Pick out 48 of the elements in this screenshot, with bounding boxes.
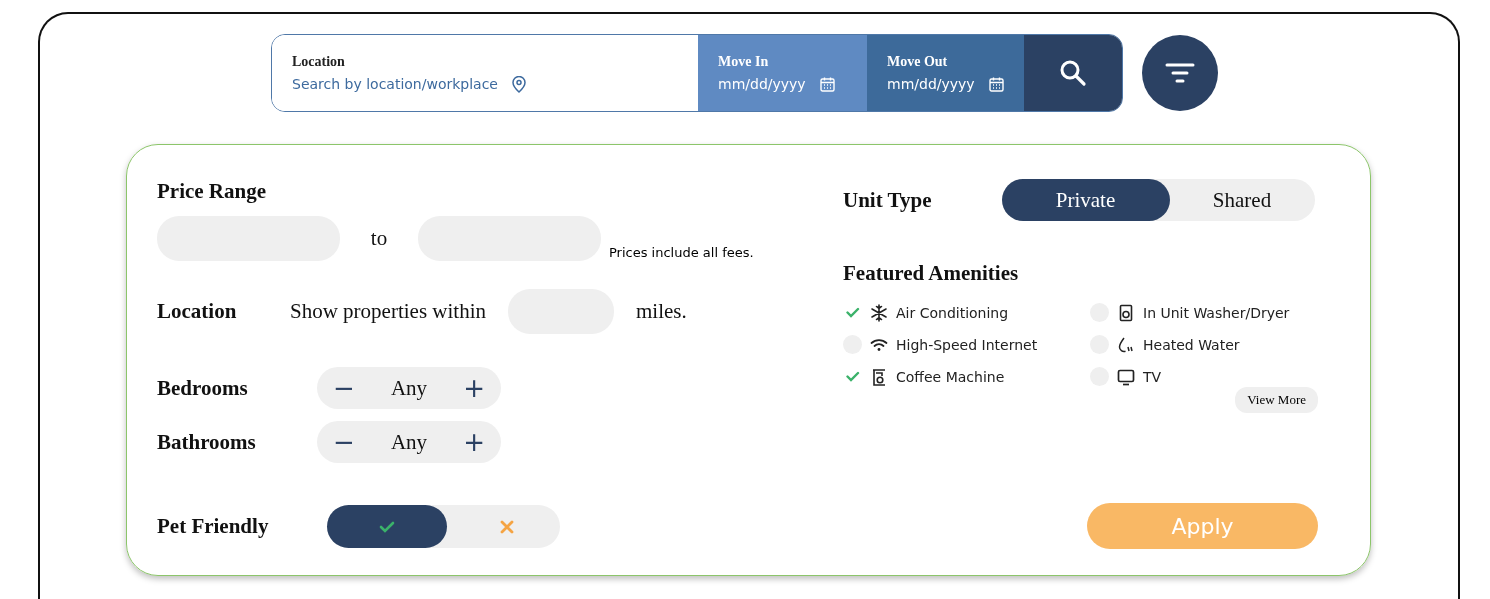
increment-button[interactable]: + (457, 427, 491, 457)
cross-icon (500, 519, 514, 534)
search-icon (1059, 59, 1087, 87)
note-text: Prices include all fees. (609, 244, 754, 260)
unit-type-option[interactable]: Private (1001, 179, 1170, 221)
section-label: Bedrooms (157, 375, 249, 401)
filter-icon (1165, 62, 1195, 84)
placeholder-text: Search by location/workplace (292, 76, 498, 92)
amenity-label: High-Speed Internet (896, 336, 1038, 353)
decrement-button[interactable]: − (327, 373, 361, 403)
section-label: Unit Type (843, 187, 932, 213)
section-label: Price Range (157, 179, 268, 204)
search-button[interactable] (1024, 35, 1122, 111)
check-icon (379, 520, 395, 533)
field-label: Move In (718, 54, 770, 70)
increment-button[interactable]: + (457, 373, 491, 403)
snowflake-icon (870, 303, 888, 322)
section-label: Pet Friendly (157, 514, 270, 539)
placeholder-text: mm/dd/yyyy (887, 76, 975, 92)
move-out-field[interactable]: Move Out mm/dd/yyyy (867, 35, 1024, 111)
unit-type-option[interactable]: Shared (1169, 179, 1315, 221)
counter-value: Any (390, 375, 428, 401)
amenity-label: Coffee Machine (896, 368, 1005, 385)
placeholder-text: mm/dd/yyyy (718, 76, 806, 92)
section-label: Featured Amenities (843, 261, 1020, 286)
view-more-button[interactable]: View More (1235, 387, 1318, 413)
amenity-label: In Unit Washer/Dryer (1143, 304, 1290, 321)
prefix-text: Show properties within (290, 299, 486, 324)
decrement-button[interactable]: − (327, 427, 361, 457)
calendar-icon (819, 76, 835, 92)
tv-icon (1117, 367, 1135, 386)
counter-value: Any (390, 429, 428, 455)
suffix-text: miles. (636, 299, 687, 324)
section-label: Bathrooms (157, 429, 257, 455)
move-in-field[interactable]: Move In mm/dd/yyyy (698, 35, 867, 111)
yes-option[interactable] (327, 505, 447, 548)
field-label: Move Out (887, 54, 949, 70)
amenity-label: TV (1143, 368, 1162, 385)
section-label: Location (157, 299, 238, 324)
separator-text: to (369, 226, 389, 251)
amenity-label: Heated Water (1143, 336, 1240, 353)
water-drop-icon (1117, 335, 1135, 354)
amenity-label: Air Conditioning (896, 304, 1009, 321)
coffee-machine-icon (870, 367, 888, 386)
field-label: Location (292, 53, 346, 70)
washing-machine-icon (1117, 303, 1135, 322)
map-pin-icon (512, 75, 526, 93)
calendar-icon (988, 76, 1004, 92)
